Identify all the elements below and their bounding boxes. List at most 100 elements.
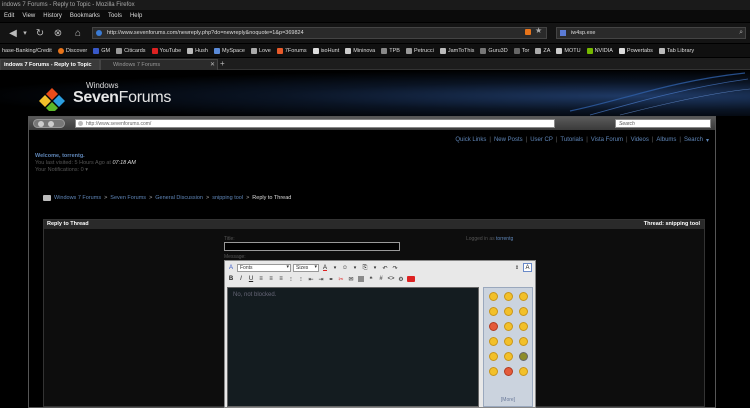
smile-icon[interactable] xyxy=(504,307,513,316)
menu-help[interactable]: Help xyxy=(130,13,142,19)
chevron-down-icon[interactable]: ▾ xyxy=(371,264,379,272)
message-textarea[interactable]: No, not blocked. xyxy=(227,287,479,407)
wrap-hash-icon[interactable]: # xyxy=(377,275,385,283)
back-icon[interactable]: ◀ xyxy=(6,26,20,40)
bookmark-item[interactable]: MySpace xyxy=(212,47,249,54)
close-tab-icon[interactable]: ✕ xyxy=(210,60,215,71)
switch-mode-icon[interactable]: A xyxy=(523,263,532,272)
attach-icon[interactable]: ⎘ xyxy=(361,264,369,272)
tab-windows7-forums[interactable]: Windows 7 Forums ✕ xyxy=(100,59,218,70)
video-icon[interactable] xyxy=(407,275,415,283)
search-engine-icon[interactable] xyxy=(560,30,566,36)
quicklink-user-cp[interactable]: User CP xyxy=(530,137,553,144)
smile-icon[interactable] xyxy=(519,292,528,301)
email-link-icon[interactable]: ✉ xyxy=(347,275,355,283)
bookmark-item[interactable]: TPB xyxy=(379,47,404,54)
quote-icon[interactable]: ❝ xyxy=(367,275,375,283)
indent-icon[interactable]: ⇥ xyxy=(317,275,325,283)
bookmark-item[interactable]: Love xyxy=(249,47,275,54)
bookmark-item[interactable]: Discover xyxy=(56,47,91,54)
chevron-down-icon[interactable]: ▾ xyxy=(331,264,339,272)
bookmark-item[interactable]: Citicards xyxy=(114,47,149,54)
bookmark-item[interactable]: Mininova xyxy=(343,47,379,54)
smile-icon[interactable] xyxy=(504,292,513,301)
search-icon[interactable]: ⌕ xyxy=(739,28,743,38)
smile-icon[interactable] xyxy=(519,337,528,346)
remove-format-icon[interactable]: A xyxy=(227,264,235,272)
chevron-down-icon[interactable]: ▾ xyxy=(351,264,359,272)
angry-smile-icon[interactable] xyxy=(489,322,498,331)
smile-icon[interactable] xyxy=(504,352,513,361)
rss-feed-icon[interactable] xyxy=(525,29,531,35)
breadcrumb-link[interactable]: Seven Forums xyxy=(110,195,146,201)
unlink-icon[interactable]: ✂ xyxy=(337,275,345,283)
search-bar[interactable]: iw4sp.exe ⌕ xyxy=(556,27,746,39)
menu-edit[interactable]: Edit xyxy=(4,13,14,19)
align-center-icon[interactable]: ≡ xyxy=(267,275,275,283)
underline-icon[interactable]: U xyxy=(247,275,255,283)
size-select[interactable]: Sizes xyxy=(293,264,319,272)
bold-icon[interactable]: B xyxy=(227,275,235,283)
bookmark-item[interactable]: Guru3D xyxy=(478,47,511,54)
ordered-list-icon[interactable]: ⁝ xyxy=(287,275,295,283)
sunglasses-smile-icon[interactable] xyxy=(519,352,528,361)
bookmark-item[interactable]: GM xyxy=(91,47,114,54)
breadcrumb-link[interactable]: Windows 7 Forums xyxy=(54,195,101,201)
title-input[interactable] xyxy=(224,242,400,251)
menu-tools[interactable]: Tools xyxy=(108,13,122,19)
address-bar[interactable]: http://www.sevenforums.com/newreply.php?… xyxy=(92,27,547,39)
bookmark-item[interactable]: JamToThis xyxy=(438,47,479,54)
notifications-link[interactable]: Your Notifications: 0 ▾ xyxy=(35,167,136,174)
quicklink-quick-links[interactable]: Quick Links xyxy=(455,137,486,144)
stop-icon[interactable]: ⊗ xyxy=(52,26,64,40)
bookmark-item[interactable]: NVIDIA xyxy=(585,47,617,54)
redo-icon[interactable]: ↷ xyxy=(391,264,399,272)
font-select[interactable]: Fonts xyxy=(237,264,291,272)
history-dropdown-icon[interactable]: ▾ xyxy=(20,26,30,40)
smile-icon[interactable] xyxy=(504,322,513,331)
bookmark-item[interactable]: Hush xyxy=(185,47,212,54)
bookmark-item[interactable]: Powertabs xyxy=(617,47,657,54)
menu-history[interactable]: History xyxy=(43,13,62,19)
new-tab-icon[interactable]: + xyxy=(220,59,225,69)
bookmark-item[interactable]: isoHunt xyxy=(311,47,344,54)
forum-address-field[interactable]: http://www.sevenforums.com/ xyxy=(75,119,555,128)
forum-search-input[interactable]: Search xyxy=(615,119,711,128)
menu-bookmarks[interactable]: Bookmarks xyxy=(70,13,100,19)
link-icon[interactable]: ⚭ xyxy=(327,275,335,283)
breadcrumb-link[interactable]: General Discussion xyxy=(155,195,203,201)
bookmark-item[interactable]: ZA xyxy=(533,47,554,54)
text-color-icon[interactable]: A xyxy=(321,264,329,272)
smile-icon[interactable] xyxy=(519,307,528,316)
bookmark-item[interactable]: Petrucci xyxy=(404,47,438,54)
smile-icon[interactable] xyxy=(489,307,498,316)
wrap-php-icon[interactable]: ⚙ xyxy=(397,275,405,283)
italic-icon[interactable]: I xyxy=(237,275,245,283)
image-icon[interactable] xyxy=(357,275,365,283)
smile-icon[interactable] xyxy=(504,337,513,346)
smilie-icon[interactable]: ☺ xyxy=(341,264,349,272)
quicklink-new-posts[interactable]: New Posts xyxy=(494,137,523,144)
tab-reply-to-topic[interactable]: indows 7 Forums - Reply to Topic xyxy=(0,59,100,70)
devil-smile-icon[interactable] xyxy=(504,367,513,376)
home-icon[interactable]: ⌂ xyxy=(72,26,84,40)
resize-arrows-icon[interactable]: ⇕ xyxy=(513,264,521,272)
smile-icon[interactable] xyxy=(489,337,498,346)
unordered-list-icon[interactable]: ⁝ xyxy=(297,275,305,283)
bookmark-item[interactable]: 7Forums xyxy=(275,47,311,54)
bookmark-star-icon[interactable]: ★ xyxy=(535,26,542,35)
bookmark-item[interactable]: MOTU xyxy=(554,47,584,54)
bookmark-item[interactable]: Tor xyxy=(512,47,534,54)
forum-home-icon[interactable] xyxy=(43,195,51,201)
smile-icon[interactable] xyxy=(519,367,528,376)
undo-icon[interactable]: ↶ xyxy=(381,264,389,272)
chevron-down-icon[interactable]: ▾ xyxy=(706,137,709,144)
outdent-icon[interactable]: ⇤ xyxy=(307,275,315,283)
align-left-icon[interactable]: ≡ xyxy=(257,275,265,283)
smile-icon[interactable] xyxy=(489,352,498,361)
quicklink-videos[interactable]: Videos xyxy=(631,137,649,144)
quicklink-tutorials[interactable]: Tutorials xyxy=(560,137,583,144)
menu-view[interactable]: View xyxy=(22,13,35,19)
smile-icon[interactable] xyxy=(489,367,498,376)
quicklink-albums[interactable]: Albums xyxy=(656,137,676,144)
